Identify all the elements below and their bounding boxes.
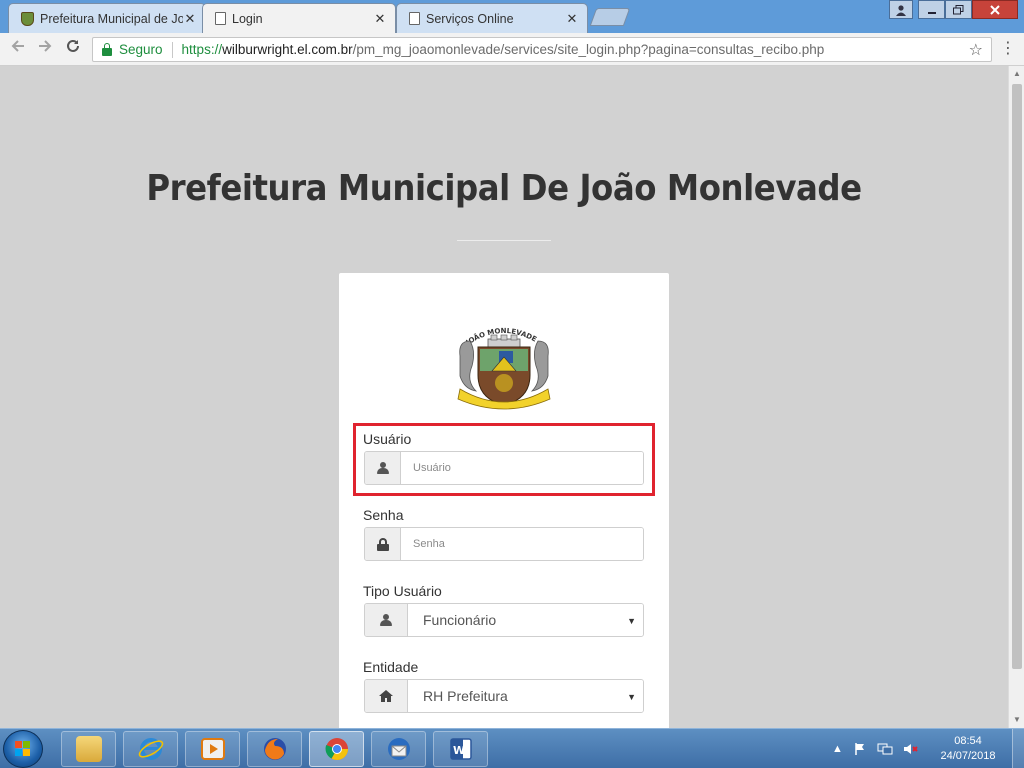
firefox-icon — [263, 738, 286, 760]
browser-tab-strip: Prefeitura Municipal de Jo ✕ Login ✕ Ser… — [0, 0, 1024, 33]
svg-text:W: W — [453, 744, 465, 757]
dropdown-caret-icon: ▼ — [627, 692, 636, 702]
close-icon[interactable]: ✕ — [183, 11, 197, 27]
scroll-down-arrow-icon[interactable]: ▼ — [1012, 715, 1022, 725]
system-tray: ▲ — [832, 729, 919, 768]
tipo-usuario-value: Funcionário — [423, 612, 497, 628]
entidade-group: RH Prefeitura ▼ — [364, 679, 644, 713]
tab-title: Prefeitura Municipal de Jo — [40, 11, 183, 26]
windows-taskbar: W ▲ 08:54 24/07/2018 — [0, 728, 1024, 768]
browser-toolbar: Seguro https:// wilburwright.el.com.br /… — [0, 33, 1024, 66]
close-icon[interactable]: ✕ — [565, 11, 579, 27]
taskbar-chrome[interactable] — [309, 731, 364, 767]
lock-icon — [376, 537, 389, 551]
internet-explorer-icon — [138, 738, 163, 760]
forward-arrow-icon[interactable] — [34, 38, 56, 60]
start-button[interactable] — [3, 730, 43, 768]
tab-title: Serviços Online — [426, 11, 514, 26]
chrome-icon — [325, 738, 348, 760]
home-icon — [379, 690, 393, 702]
municipal-crest-icon — [21, 11, 34, 26]
usuario-highlight-box — [353, 423, 655, 496]
bookmark-star-icon[interactable]: ☆ — [969, 40, 983, 60]
senha-input-group — [364, 527, 644, 561]
network-icon[interactable] — [877, 742, 893, 756]
page-viewport: Prefeitura Municipal De João Monlevade J… — [0, 66, 1008, 728]
taskbar-internet-explorer[interactable] — [123, 731, 178, 767]
url-path: /pm_mg_joaomonlevade/services/site_login… — [352, 42, 825, 57]
taskbar-firefox[interactable] — [247, 731, 302, 767]
media-player-icon — [200, 738, 225, 760]
word-icon: W — [449, 738, 472, 760]
close-icon[interactable]: ✕ — [373, 11, 387, 27]
page-title: Prefeitura Municipal De João Monlevade — [146, 168, 862, 209]
taskbar-thunderbird[interactable] — [371, 731, 426, 767]
user-icon-addon — [365, 604, 408, 636]
show-desktop-button[interactable] — [1012, 729, 1024, 768]
user-icon — [380, 614, 392, 626]
url-scheme: https:// — [181, 42, 223, 57]
scroll-thumb[interactable] — [1012, 84, 1022, 669]
vertical-scrollbar[interactable]: ▲ ▼ — [1008, 66, 1024, 728]
divider — [171, 41, 173, 58]
minimize-icon[interactable] — [918, 0, 945, 19]
tab-servicos-online[interactable]: Serviços Online ✕ — [396, 3, 588, 33]
home-icon-addon — [365, 680, 408, 712]
entidade-label: Entidade — [363, 659, 419, 675]
document-icon — [409, 12, 420, 25]
senha-input[interactable] — [413, 538, 643, 550]
taskbar-media-player[interactable] — [185, 731, 240, 767]
entidade-value: RH Prefeitura — [423, 688, 508, 704]
lock-icon-addon — [365, 528, 401, 560]
url-host: wilburwright.el.com.br — [222, 42, 353, 57]
tipo-usuario-select[interactable]: Funcionário ▼ — [408, 604, 643, 636]
secure-lock-icon — [102, 42, 112, 56]
profile-icon[interactable] — [889, 0, 913, 19]
close-window-icon[interactable] — [972, 0, 1018, 19]
tab-title: Login — [232, 11, 263, 26]
clock-date: 24/07/2018 — [940, 750, 996, 762]
windows-logo-icon — [15, 741, 30, 756]
restore-icon[interactable] — [945, 0, 972, 19]
thunderbird-icon — [387, 738, 410, 760]
address-bar[interactable]: Seguro https:// wilburwright.el.com.br /… — [92, 37, 992, 62]
senha-control — [401, 528, 643, 560]
taskbar-microsoft-word[interactable]: W — [433, 731, 488, 767]
tab-prefeitura[interactable]: Prefeitura Municipal de Jo ✕ — [8, 3, 206, 33]
new-tab-button[interactable] — [589, 8, 631, 26]
folder-icon — [75, 736, 102, 762]
senha-label: Senha — [363, 507, 404, 523]
clock-time: 08:54 — [954, 735, 982, 747]
document-icon — [215, 12, 226, 25]
scroll-up-arrow-icon[interactable]: ▲ — [1012, 69, 1022, 79]
reload-icon[interactable] — [62, 38, 84, 60]
entidade-select[interactable]: RH Prefeitura ▼ — [408, 680, 643, 712]
tipo-usuario-group: Funcionário ▼ — [364, 603, 644, 637]
tipo-usuario-label: Tipo Usuário — [363, 583, 442, 599]
taskbar-clock[interactable]: 08:54 24/07/2018 — [935, 734, 1001, 764]
title-divider — [457, 240, 551, 241]
tab-login[interactable]: Login ✕ — [202, 3, 396, 33]
login-card: JOÃO MONLEVADE - M.G. Usuário — [339, 273, 669, 728]
browser-menu-icon[interactable]: ⋮ — [1000, 39, 1016, 59]
volume-muted-icon[interactable] — [903, 742, 919, 756]
taskbar-windows-explorer[interactable] — [61, 731, 116, 767]
municipal-crest-logo: JOÃO MONLEVADE - M.G. — [451, 305, 554, 413]
secure-label: Seguro — [119, 42, 163, 57]
back-arrow-icon[interactable] — [7, 38, 29, 60]
dropdown-caret-icon: ▼ — [627, 616, 636, 626]
show-hidden-icons-arrow-icon[interactable]: ▲ — [832, 743, 843, 755]
action-center-flag-icon[interactable] — [853, 742, 867, 756]
